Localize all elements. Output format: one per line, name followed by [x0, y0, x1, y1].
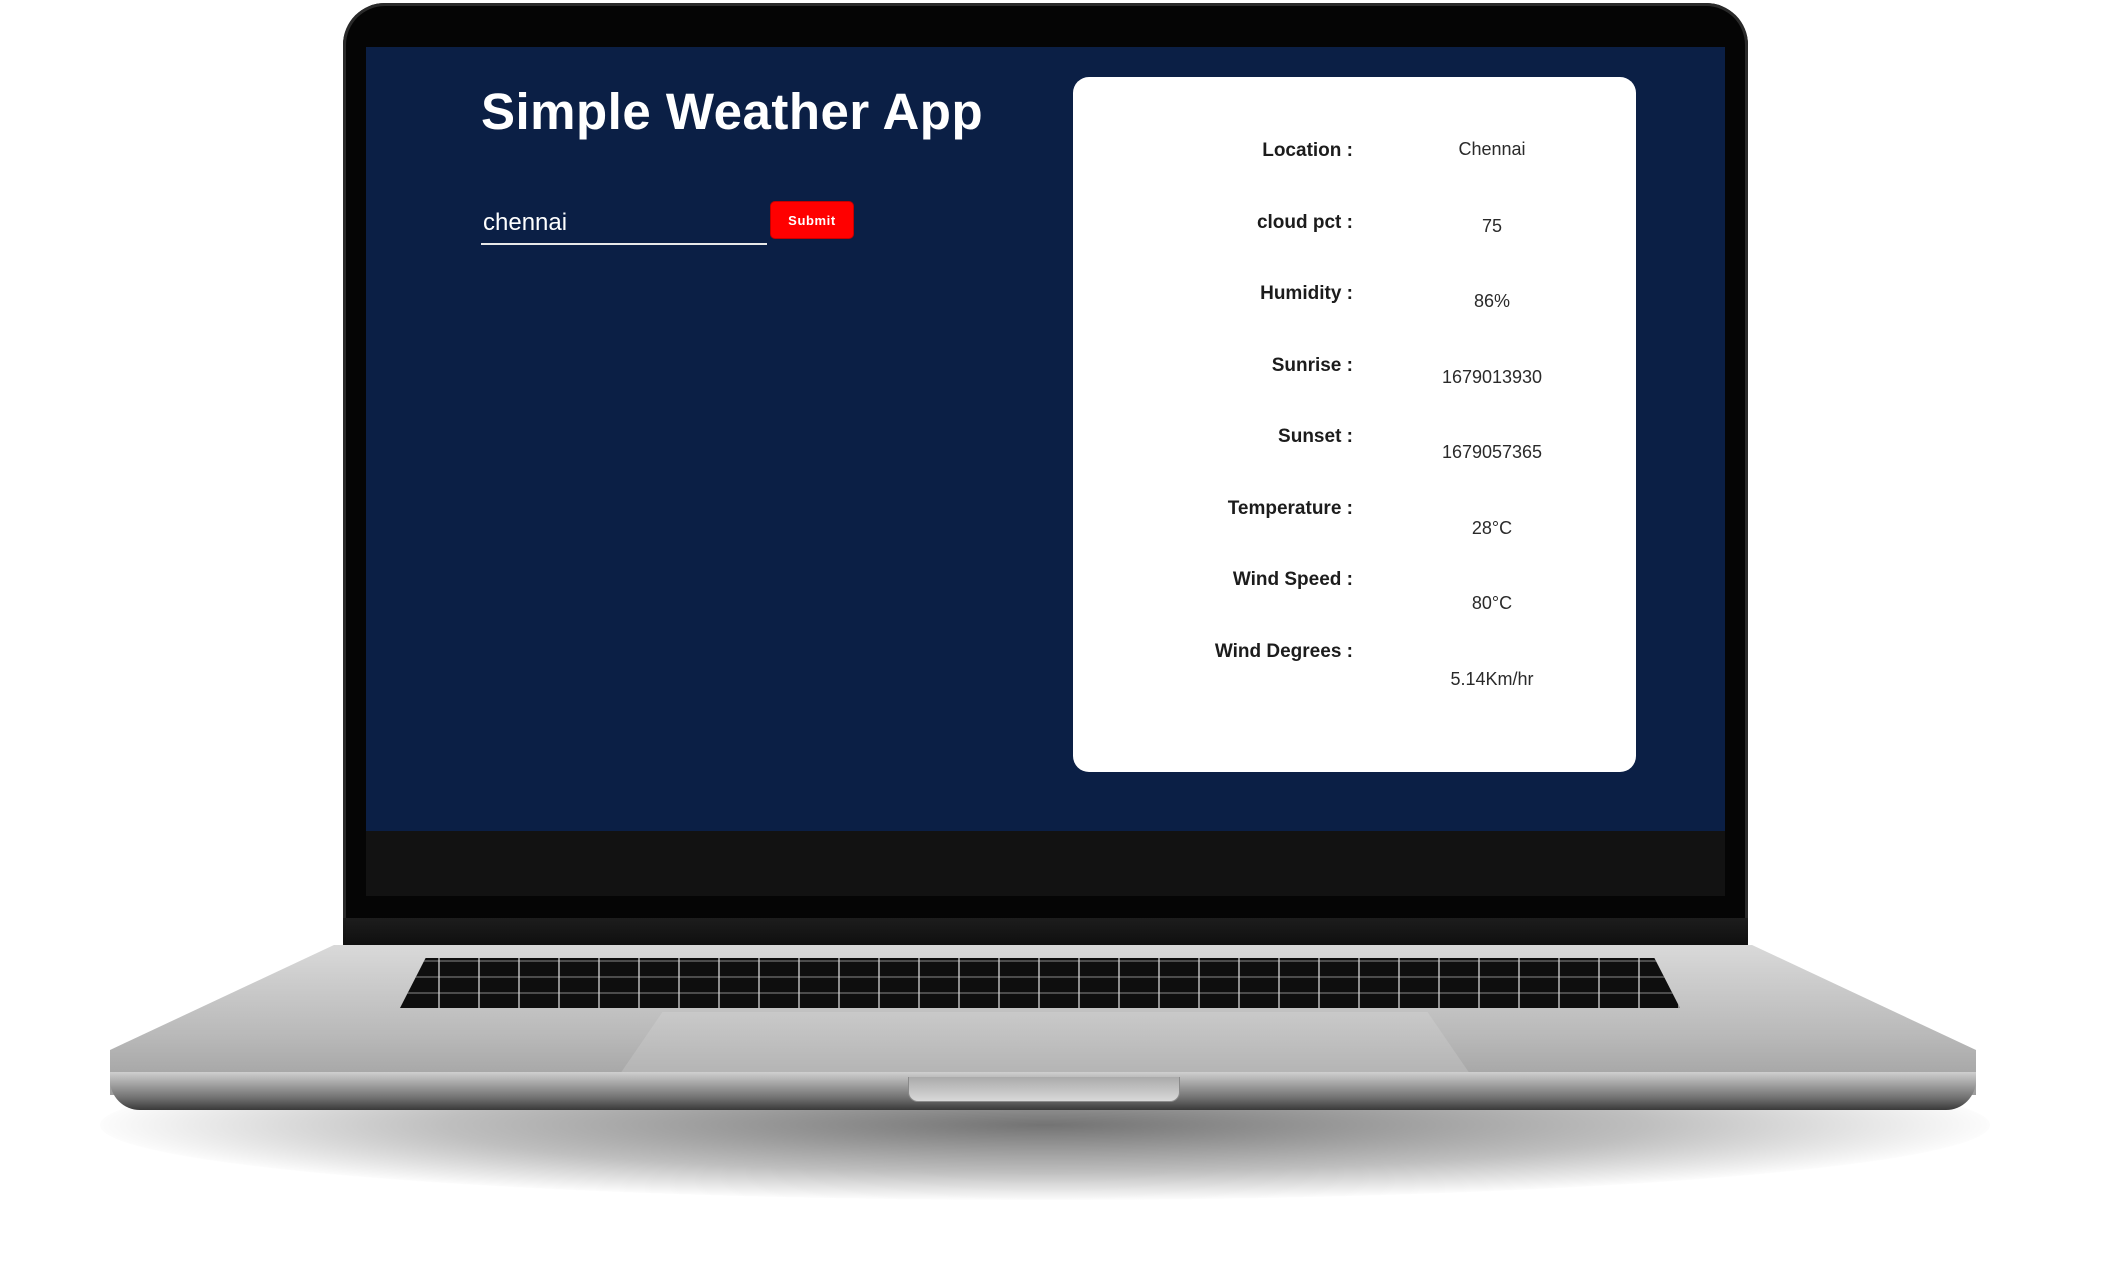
weather-card: Location : Chennai cloud pct : 75 Humidi… — [1073, 77, 1636, 772]
sunset-value: 1679057365 — [1441, 442, 1543, 462]
wind-speed-value: 80°C — [1471, 593, 1513, 613]
laptop-keyboard-icon — [400, 958, 1680, 1008]
humidity-label: Humidity : — [1260, 283, 1353, 304]
temperature-label: Temperature : — [1227, 498, 1353, 519]
laptop-opening-notch — [908, 1077, 1180, 1102]
cloud-pct-label: cloud pct : — [1256, 212, 1353, 233]
submit-button[interactable]: Submit — [770, 201, 854, 239]
city-input[interactable] — [481, 203, 767, 245]
sunrise-label: Sunrise : — [1271, 355, 1353, 376]
cloud-pct-value: 75 — [1481, 216, 1503, 236]
wind-degrees-label: Wind Degrees : — [1214, 641, 1353, 662]
laptop-mockup: Simple Weather App Submit Location : Che… — [0, 0, 2107, 1264]
app-screen: Simple Weather App Submit Location : Che… — [366, 47, 1725, 831]
location-label: Location : — [1262, 140, 1353, 161]
search-form: Submit — [481, 201, 881, 253]
screen-bezel-bottom — [366, 831, 1725, 896]
wind-degrees-value: 5.14Km/hr — [1450, 669, 1534, 689]
wind-speed-label: Wind Speed : — [1232, 569, 1353, 590]
sunrise-value: 1679013930 — [1441, 367, 1543, 387]
location-value: Chennai — [1458, 139, 1526, 159]
sunset-label: Sunset : — [1278, 426, 1353, 447]
humidity-value: 86% — [1473, 291, 1511, 311]
app-title: Simple Weather App — [481, 83, 984, 140]
laptop-trackpad-icon — [620, 1012, 1470, 1074]
temperature-value: 28°C — [1471, 518, 1513, 538]
